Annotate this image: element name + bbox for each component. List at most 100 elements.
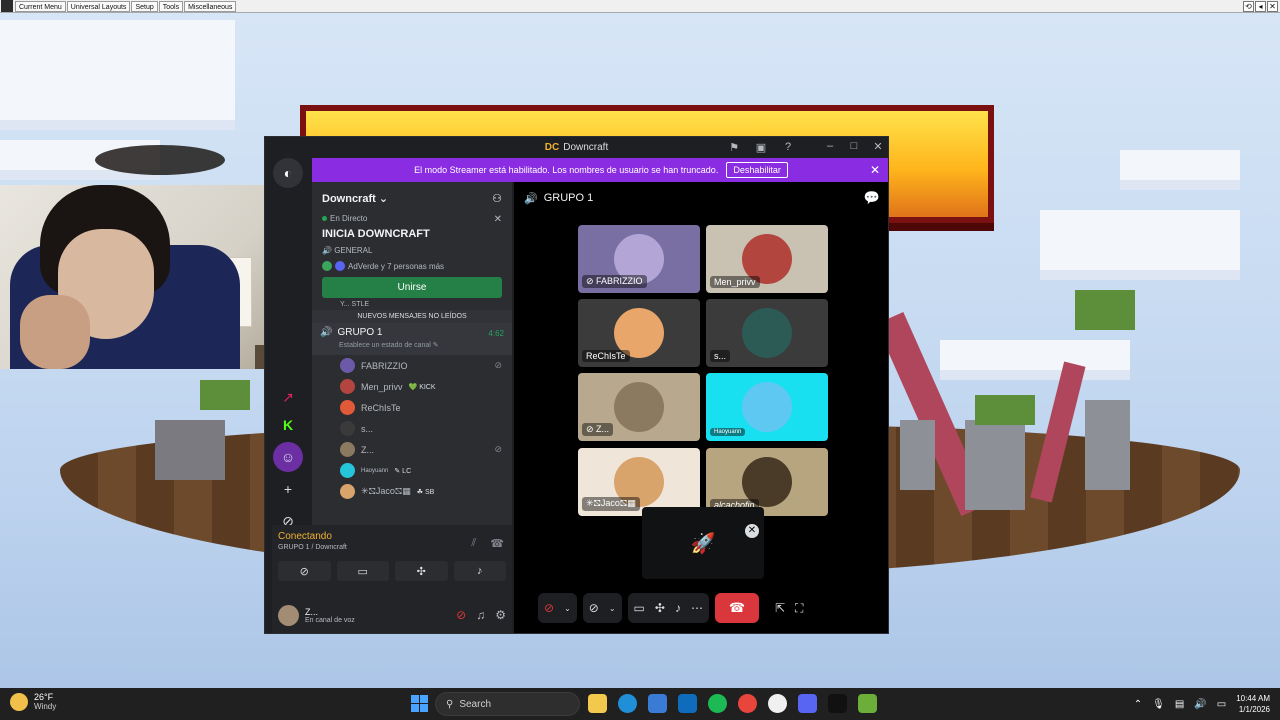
- new-messages-bar[interactable]: NUEVOS MENSAJES NO LEÍDOS: [312, 310, 512, 323]
- file-explorer-icon[interactable]: [588, 694, 607, 713]
- chat-icon[interactable]: 💬: [864, 190, 880, 206]
- list-item[interactable]: Men_privv 💚 KICK: [312, 376, 512, 397]
- capcut-icon[interactable]: [828, 694, 847, 713]
- camera-control[interactable]: ⊘ ⌄: [582, 593, 622, 623]
- volume-icon[interactable]: 🔊: [1194, 699, 1206, 710]
- mic-muted-icon[interactable]: ⊘: [544, 601, 554, 615]
- inbox-icon[interactable]: ▣: [754, 140, 768, 154]
- gear-icon[interactable]: ⚙: [495, 608, 506, 622]
- pinned-apps: [588, 694, 877, 713]
- person-hand: [20, 295, 90, 369]
- participant-tile[interactable]: ReChIsTe: [578, 299, 700, 367]
- kick-server-icon[interactable]: K: [273, 410, 303, 440]
- voice-channel-grupo1[interactable]: 🔊 GRUPO 1 4:62 Establece un estado de can…: [312, 323, 512, 355]
- mic-muted-icon[interactable]: ⊘: [456, 608, 466, 622]
- flag-icon[interactable]: ⚑: [727, 140, 741, 154]
- menu-current-menu[interactable]: Current Menu: [15, 0, 66, 12]
- clock[interactable]: 10:44 AM 1/1/2026: [1236, 693, 1270, 715]
- activities-button[interactable]: ✣: [395, 561, 448, 581]
- list-item[interactable]: s...: [312, 418, 512, 439]
- member-name: ✳⛞Jaco⛞▦: [361, 485, 411, 496]
- spotify-icon[interactable]: [708, 694, 727, 713]
- system-tray: ⌃ 🎙 ▤ 🔊 ▭ 10:44 AM 1/1/2026: [1134, 693, 1270, 715]
- help-icon[interactable]: ?: [781, 140, 795, 154]
- more-icon[interactable]: ⋯: [691, 601, 703, 615]
- mic-muted-icon: ⊘: [494, 444, 502, 454]
- avatar: [742, 382, 792, 432]
- screen-share-icon[interactable]: ▭: [634, 601, 645, 615]
- outlook-icon[interactable]: [678, 694, 697, 713]
- menu-universal-layouts[interactable]: Universal Layouts: [66, 0, 131, 12]
- avatar[interactable]: [278, 604, 299, 626]
- fullscreen-icon[interactable]: ⛶: [795, 601, 803, 616]
- activity-launcher[interactable]: 🚀: [642, 507, 764, 579]
- chevron-down-icon[interactable]: ⌄: [564, 604, 571, 613]
- add-server-icon[interactable]: +: [273, 474, 303, 504]
- camera-off-button[interactable]: ⊘: [278, 561, 331, 581]
- back-icon[interactable]: ◂: [1255, 0, 1266, 12]
- avatar: [340, 442, 355, 457]
- microphone-icon[interactable]: 🎙: [1152, 699, 1165, 710]
- disconnect-icon[interactable]: ☎: [490, 537, 504, 550]
- taskbar-search[interactable]: ⚲ Search: [435, 692, 580, 716]
- actions-control: ▭ ✣ ♪ ⋯: [627, 593, 709, 623]
- chevron-down-icon[interactable]: ⌄: [609, 604, 616, 613]
- participant-tile[interactable]: ✳⛞Jaco⛞▦: [578, 448, 700, 516]
- discord-home-icon[interactable]: ◐: [273, 158, 303, 188]
- weather-widget[interactable]: 26°F Windy: [10, 692, 56, 711]
- close-window-button[interactable]: ✕: [872, 140, 884, 153]
- minecraft-icon[interactable]: [858, 694, 877, 713]
- github-icon[interactable]: [768, 694, 787, 713]
- list-item[interactable]: ReChIsTe: [312, 397, 512, 418]
- mic-control[interactable]: ⊘ ⌄: [538, 593, 577, 623]
- noise-suppression-icon[interactable]: ⫽: [471, 537, 476, 550]
- list-item[interactable]: FABRIZZIO ⊘: [312, 355, 512, 376]
- member-name: ReChIsTe: [361, 402, 401, 413]
- disable-streamer-button[interactable]: Deshabilitar: [726, 162, 788, 178]
- close-icon[interactable]: ✕: [1267, 0, 1278, 12]
- store-icon[interactable]: [648, 694, 667, 713]
- start-button[interactable]: [411, 695, 428, 712]
- participant-tile[interactable]: ⊘ Z...: [578, 373, 700, 441]
- screen-share-button[interactable]: ▭: [336, 561, 389, 581]
- chrome-icon[interactable]: [738, 694, 757, 713]
- member-tag-text: KICK: [419, 383, 436, 391]
- participant-tile[interactable]: ⊘ FABRIZZIO: [578, 225, 700, 293]
- edge-icon[interactable]: [618, 694, 637, 713]
- minimize-button[interactable]: –: [824, 140, 836, 153]
- participant-tile[interactable]: alcachofin: [706, 448, 828, 516]
- hang-up-button[interactable]: ☎: [714, 593, 759, 623]
- list-item[interactable]: Z... ⊘: [312, 439, 512, 460]
- menu-miscellaneous[interactable]: Miscellaneous: [184, 0, 237, 12]
- refresh-icon[interactable]: ⟲: [1243, 0, 1254, 12]
- chevron-down-icon: ⌄: [378, 192, 389, 205]
- pop-out-icon[interactable]: ⇱: [775, 601, 785, 615]
- server-header[interactable]: Downcraft ⌄ ⚇: [312, 182, 512, 214]
- camera-off-icon[interactable]: ⊘: [589, 601, 599, 615]
- list-item[interactable]: ✳⛞Jaco⛞▦ ☘ SB: [312, 481, 512, 502]
- chevron-up-icon[interactable]: ⌃: [1134, 699, 1142, 710]
- network-icon[interactable]: ▤: [1175, 699, 1184, 710]
- menu-tools[interactable]: Tools: [158, 0, 184, 12]
- battery-icon[interactable]: ▭: [1217, 699, 1226, 710]
- soundboard-button[interactable]: ♪: [453, 561, 506, 581]
- list-item[interactable]: Haoyuann ✎ LC: [312, 460, 512, 481]
- activities-icon[interactable]: ✣: [655, 601, 665, 615]
- channel-status-prompt[interactable]: Establece un estado de canal ✎: [320, 341, 504, 349]
- join-button[interactable]: Unirse: [322, 277, 502, 298]
- soundboard-icon[interactable]: ♪: [675, 601, 681, 615]
- close-live-icon[interactable]: ✕: [494, 214, 502, 225]
- headphones-icon[interactable]: ♫: [476, 608, 485, 622]
- participant-tile[interactable]: s...: [706, 299, 828, 367]
- add-member-icon[interactable]: ⚇: [492, 192, 502, 205]
- server-icon[interactable]: ↗: [273, 382, 303, 412]
- maximize-button[interactable]: □: [848, 140, 860, 153]
- participant-tile[interactable]: Men_privv: [706, 225, 828, 293]
- close-banner-icon[interactable]: ✕: [870, 163, 880, 177]
- close-activity-icon[interactable]: ✕: [745, 524, 759, 538]
- discord-icon[interactable]: [798, 694, 817, 713]
- menu-setup[interactable]: Setup: [131, 0, 158, 12]
- server-icon[interactable]: ☺: [273, 442, 303, 472]
- partial-member[interactable]: Y... STLE: [312, 298, 512, 310]
- participant-tile[interactable]: Haoyuann: [706, 373, 828, 441]
